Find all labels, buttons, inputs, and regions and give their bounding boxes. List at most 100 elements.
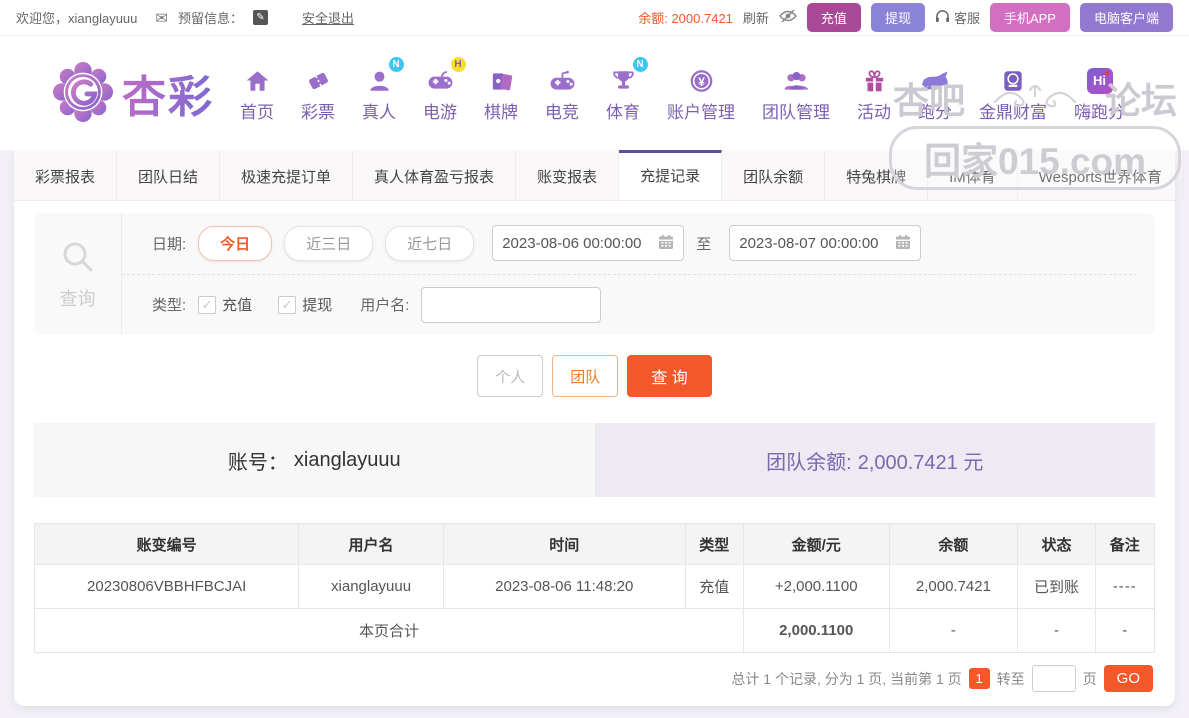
svg-text:¥: ¥ [698,74,705,88]
tab-team-daily[interactable]: 团队日结 [117,150,221,200]
cell-amount: +2,000.1100 [742,564,890,609]
personal-button[interactable]: 个人 [477,355,544,397]
date-from-input[interactable] [502,234,653,252]
type-label: 类型: [152,297,187,315]
username-label: 用户名: [360,297,410,315]
tab-live-sports-pnl[interactable]: 真人体育盈亏报表 [353,150,517,200]
nav-item-team-management[interactable]: 团队管理 [762,64,830,123]
query-button[interactable]: 查 询 [627,355,712,397]
refresh-link[interactable]: 刷新 [743,8,769,27]
headset-icon [935,9,950,26]
badge-h: H [450,56,466,72]
nav-item-hi-paofen[interactable]: Hi 嗨跑分 [1074,64,1125,123]
preset-7days-button[interactable]: 近七日 [385,225,475,261]
trophy-icon: N [610,56,648,94]
search-icon [59,238,97,281]
nav-items: 首页 彩票 N 真人 H 电游 棋牌 电竞 N 体育 ¥ 账户管理 团队管理 活… [240,56,1125,123]
nav-item-lottery[interactable]: 彩票 [301,64,335,123]
edit-icon[interactable]: ✎ [252,10,268,25]
nav-item-slots[interactable]: H 电游 [423,56,466,123]
withdraw-checkbox[interactable]: ✓ 提现 [278,294,332,315]
nav-item-jinding-wealth[interactable]: 金鼎财富 [979,64,1047,123]
recharge-checkbox[interactable]: ✓ 充值 [198,294,252,315]
col-time: 时间 [442,523,686,565]
account-number-block: 账号： xianglayuuu [34,423,595,497]
page-1-button[interactable]: 1 [968,668,990,689]
logout-link[interactable]: 安全退出 [302,8,354,27]
nav-item-account-management[interactable]: ¥ 账户管理 [667,64,735,123]
cell-balance: 2,000.7421 [888,564,1019,609]
summary-amount: 2,000.1100 [742,608,890,653]
message-icon[interactable]: ✉ [155,9,168,27]
cell-remark: ---- [1094,564,1156,609]
summary-label: 本页合计 [34,608,744,653]
mobile-app-button[interactable]: 手机APP [989,3,1070,32]
home-icon [244,64,271,94]
goto-label: 转至 [996,670,1025,687]
customer-service-link[interactable]: 客服 [935,8,980,27]
gamepad-icon: H [426,56,466,94]
nav-item-cards[interactable]: 棋牌 [484,64,518,123]
summary-remark: - [1094,608,1156,653]
summary-row: 本页合计 2,000.1100 - - - [34,608,1156,653]
reserved-info-label: 预留信息： [177,11,243,26]
logo-text: 杏彩 [122,61,214,125]
tab-recharge-withdraw-records[interactable]: 充提记录 [619,150,723,200]
pc-client-button[interactable]: 电脑客户端 [1079,3,1173,32]
action-row: 个人 团队 查 询 [14,355,1175,397]
date-label: 日期: [152,235,187,253]
team-balance-label: 团队余额: [766,451,852,474]
tab-team-balance[interactable]: 团队余额 [722,150,826,200]
go-button[interactable]: GO [1103,665,1153,692]
tab-lottery-report[interactable]: 彩票报表 [14,150,118,200]
search-block[interactable]: 查询 [34,213,122,335]
goto-page-input[interactable] [1031,665,1076,692]
eye-slash-icon[interactable] [778,9,797,26]
people-icon [782,64,811,94]
nav-item-promotions[interactable]: 活动 [857,64,891,123]
nav-item-home[interactable]: 首页 [240,64,274,123]
welcome-text: 欢迎您，xianglayuuu [16,11,138,26]
tab-account-changes[interactable]: 账变报表 [516,150,620,200]
team-balance-block: 团队余额: 2,000.7421 元 [594,423,1155,497]
badge-n: N [388,56,404,72]
main-navigation: 杏彩 首页 彩票 N 真人 H 电游 棋牌 电竞 N 体育 ¥ 账户管理 团队管… [0,36,1189,190]
svg-text:绝中工作室: 绝中工作室 [922,85,940,90]
withdraw-button[interactable]: 提现 [870,3,925,32]
logo-flower-icon [52,61,114,126]
tab-im-sports[interactable]: IM体育 [928,150,1018,200]
cell-time: 2023-08-06 11:48:20 [442,564,686,609]
site-logo[interactable]: 杏彩 [52,61,214,126]
col-amount: 金额/元 [742,523,890,565]
date-to-input[interactable] [739,234,890,252]
tab-fast-orders[interactable]: 极速充提订单 [220,150,354,200]
recharge-button[interactable]: 充值 [806,3,861,32]
checkbox-checked-icon: ✓ [198,295,217,314]
calendar-icon[interactable] [658,234,674,253]
cards-icon [488,64,515,94]
cell-change-id: 20230806VBBHFBCJAI [33,564,300,609]
username-input[interactable] [421,286,602,323]
tab-tetu-cards[interactable]: 特兔棋牌 [825,150,929,200]
col-status: 状态 [1017,523,1096,565]
tab-wesports[interactable]: Wesports世界体育 [1018,150,1184,200]
coin-icon: ¥ [688,64,715,94]
preset-3days-button[interactable]: 近三日 [284,225,374,261]
nav-item-esports[interactable]: 电竞 [545,64,579,123]
nav-item-sports[interactable]: N 体育 [606,56,648,123]
account-summary-row: 账号： xianglayuuu 团队余额: 2,000.7421 元 [34,423,1155,497]
nav-item-live-casino[interactable]: N 真人 [362,56,404,123]
summary-status: - [1017,608,1096,653]
date-to-box [729,225,922,262]
search-label: 查询 [59,288,96,309]
nav-item-paofen[interactable]: 绝中工作室 跑分 [918,64,952,123]
date-from-box [492,225,685,262]
filter-panel: 查询 日期: 今日 近三日 近七日 至 [34,213,1155,335]
cell-username: xianglayuuu [298,564,444,609]
table-row: 20230806VBBHFBCJAI xianglayuuu 2023-08-0… [33,564,1156,609]
calendar-icon[interactable] [895,234,911,253]
team-button[interactable]: 团队 [552,355,619,397]
preset-today-button[interactable]: 今日 [198,225,273,261]
checkbox-checked-icon: ✓ [278,295,297,314]
balance-text: 余额: 2000.7421 [638,11,733,26]
